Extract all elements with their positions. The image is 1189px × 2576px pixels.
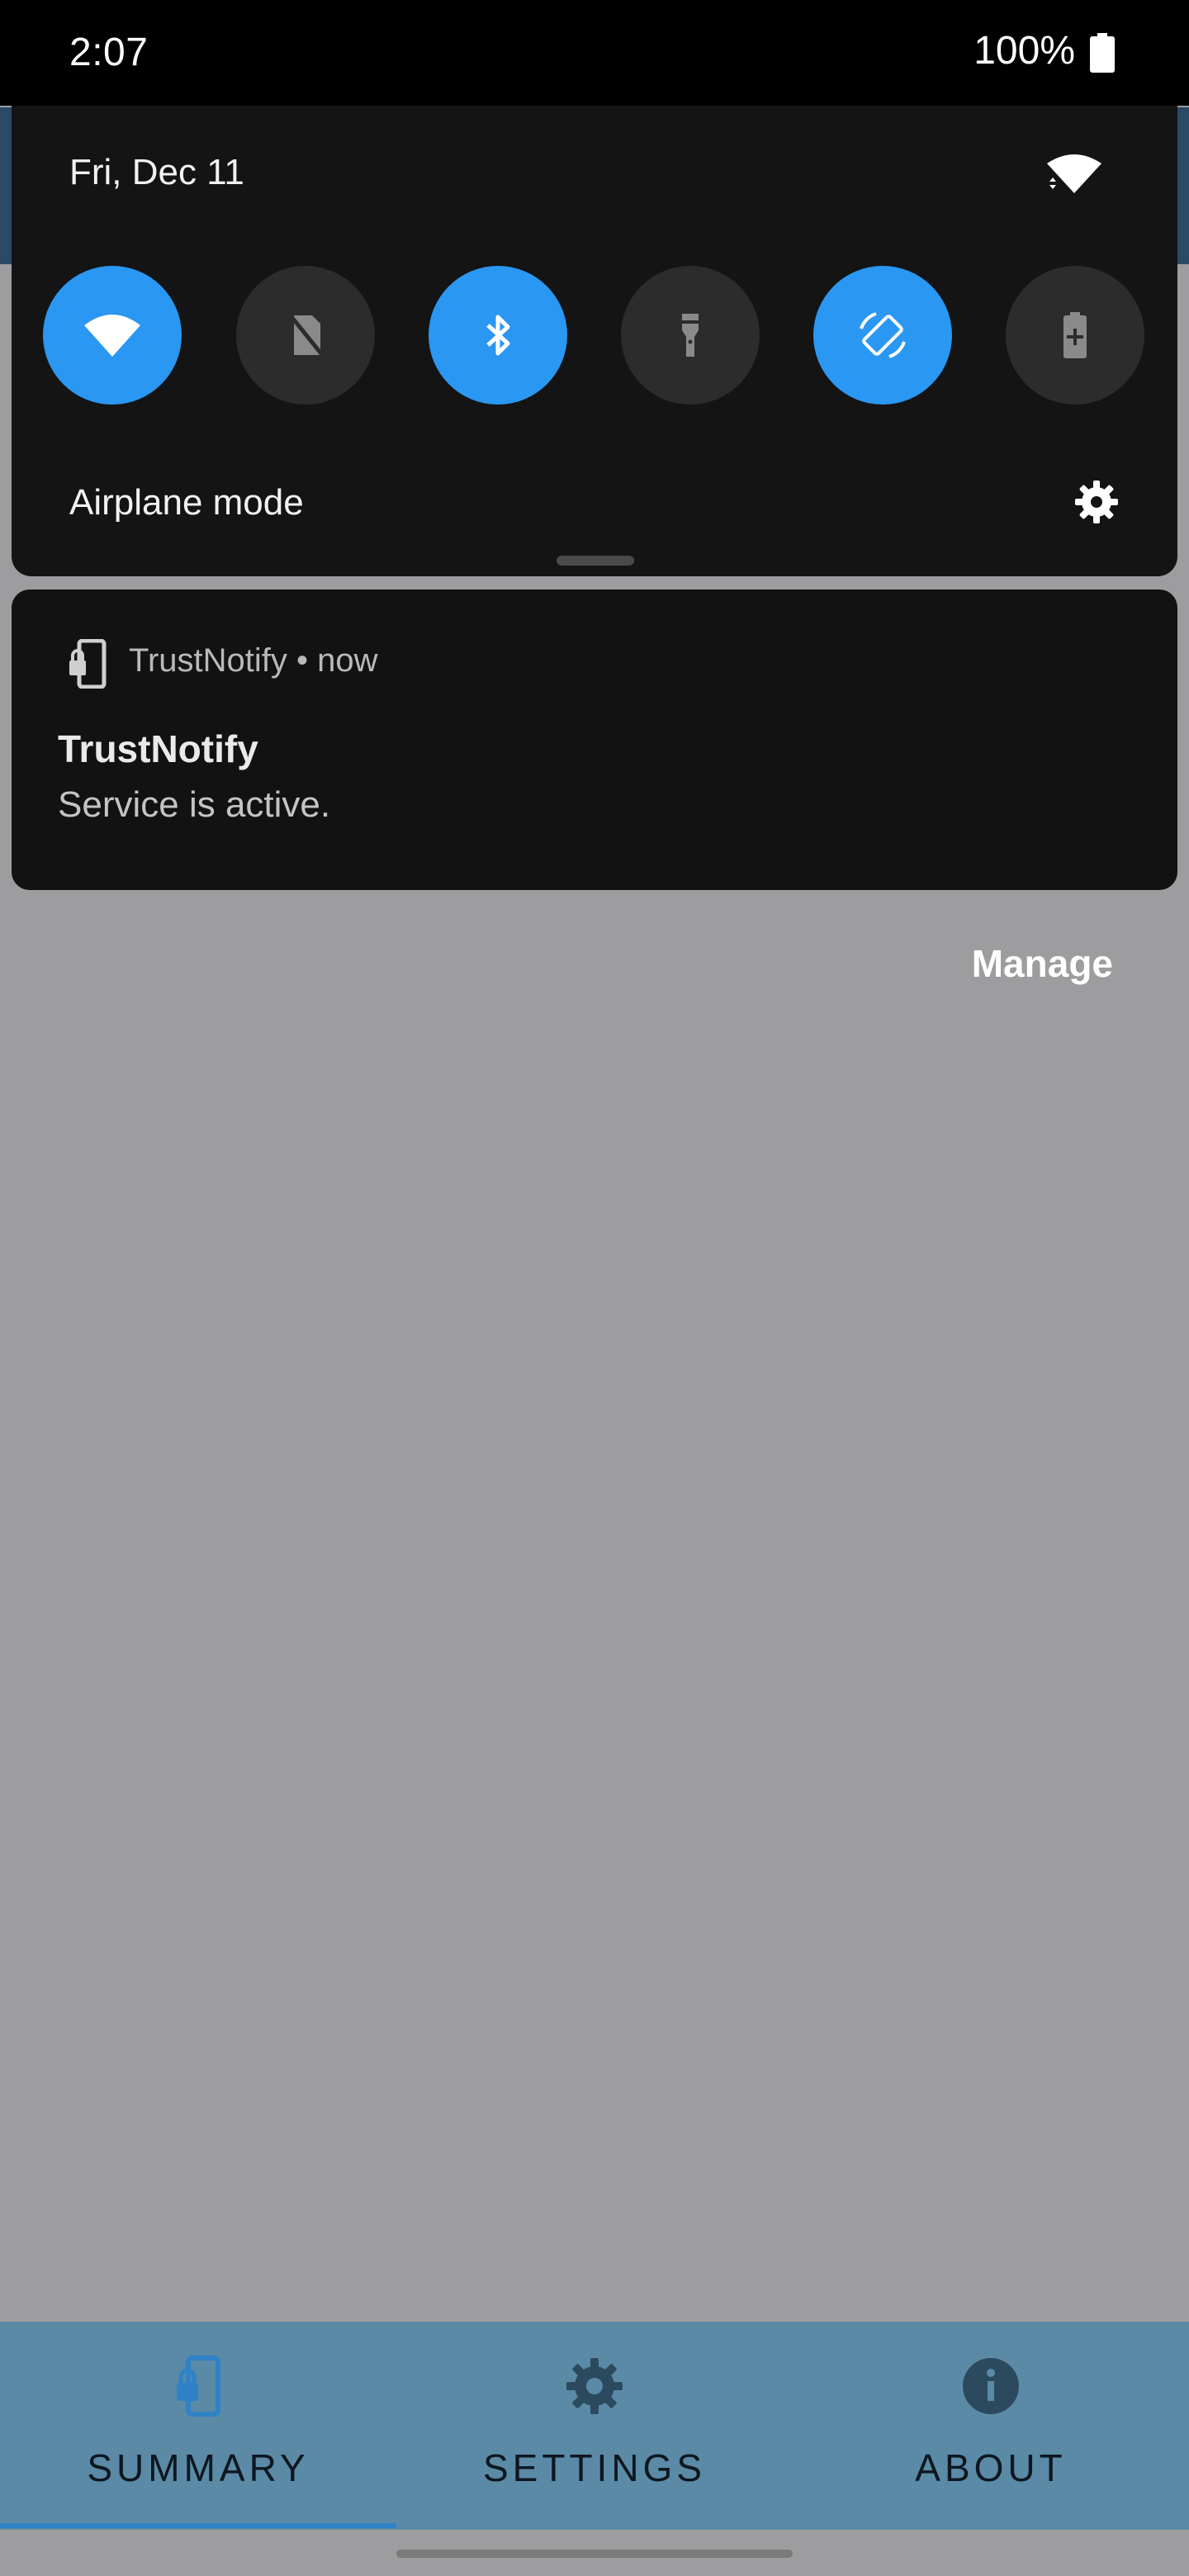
gear-icon bbox=[566, 2358, 623, 2414]
phone-lock-icon bbox=[177, 2356, 220, 2417]
status-time: 2:07 bbox=[69, 31, 149, 74]
nav-about[interactable]: ABOUT bbox=[793, 2322, 1189, 2530]
quick-settings-panel: Fri, Dec 11 Airplane mode bbox=[12, 106, 1177, 576]
nav-summary-label: SUMMARY bbox=[87, 2446, 310, 2489]
battery-saver-icon bbox=[1063, 312, 1087, 358]
notification-app-name: TrustNotify bbox=[129, 642, 287, 679]
no-sim-icon bbox=[287, 312, 325, 358]
notification-card[interactable]: TrustNotify • now TrustNotify Service is… bbox=[12, 590, 1177, 890]
active-tab-indicator bbox=[0, 2523, 396, 2528]
home-gesture-bar[interactable] bbox=[396, 2550, 793, 2558]
manage-button[interactable]: Manage bbox=[972, 941, 1113, 986]
nav-summary[interactable]: SUMMARY bbox=[0, 2322, 396, 2530]
panel-drag-handle[interactable] bbox=[557, 556, 634, 566]
airplane-mode-label[interactable]: Airplane mode bbox=[69, 482, 304, 523]
notification-body: Service is active. bbox=[58, 784, 331, 825]
nav-settings-label: SETTINGS bbox=[482, 2446, 707, 2489]
battery-icon bbox=[1090, 33, 1115, 73]
nav-settings[interactable]: SETTINGS bbox=[396, 2322, 793, 2530]
flashlight-icon bbox=[682, 314, 699, 357]
wifi-signal-icon bbox=[1047, 154, 1101, 193]
notification-title: TrustNotify bbox=[58, 727, 258, 770]
phone-lock-icon bbox=[69, 639, 107, 689]
tile-bluetooth[interactable] bbox=[429, 266, 567, 405]
tile-no-sim[interactable] bbox=[236, 266, 375, 405]
nav-about-label: ABOUT bbox=[915, 2446, 1067, 2489]
notification-app-line: TrustNotify • now bbox=[129, 642, 378, 679]
auto-rotate-icon bbox=[860, 312, 906, 358]
settings-gear-icon[interactable] bbox=[1073, 479, 1120, 525]
tile-battery-saver[interactable] bbox=[1006, 266, 1144, 405]
bottom-navigation: SUMMARY SETTINGS ABOUT bbox=[0, 2322, 1189, 2530]
qs-date: Fri, Dec 11 bbox=[69, 152, 244, 192]
status-bar: 2:07 100% bbox=[0, 0, 1189, 106]
battery-percent: 100% bbox=[973, 29, 1075, 73]
tile-wifi[interactable] bbox=[43, 266, 182, 405]
info-icon bbox=[963, 2358, 1019, 2414]
notification-time: now bbox=[317, 642, 378, 679]
bluetooth-icon bbox=[486, 315, 510, 356]
tile-flashlight[interactable] bbox=[621, 266, 760, 405]
tile-auto-rotate[interactable] bbox=[813, 266, 952, 405]
wifi-icon bbox=[84, 315, 140, 357]
